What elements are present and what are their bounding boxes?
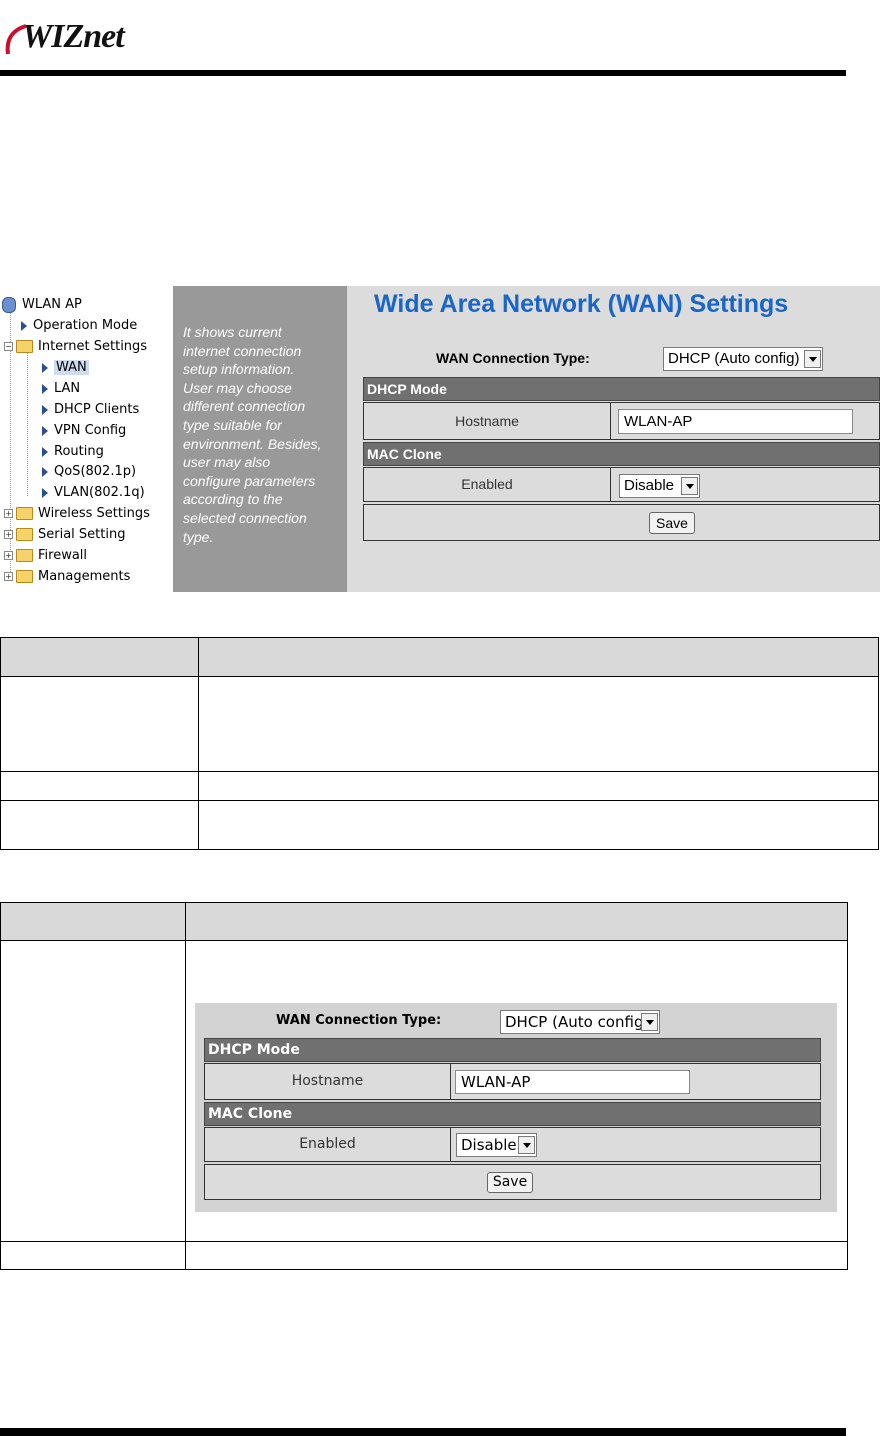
folder-open-icon (16, 340, 33, 353)
save-button[interactable]: Save (487, 1172, 533, 1193)
tree-item-operation-mode[interactable]: Operation Mode (21, 316, 137, 336)
tree-item-internet-settings[interactable]: − Internet Settings (4, 337, 147, 357)
tree-item-vlan[interactable]: VLAN(802.1q) (42, 483, 145, 503)
tree-item-vpn-config[interactable]: VPN Config (42, 421, 126, 441)
hostname-cell: WLAN-AP (450, 1063, 821, 1100)
expand-plus-icon: + (4, 530, 13, 539)
folder-icon (16, 570, 33, 583)
tree-item-wireless-settings[interactable]: + Wireless Settings (4, 504, 150, 524)
dhcp-mode-header: DHCP Mode (363, 377, 880, 401)
chevron-down-icon (518, 1136, 535, 1154)
logo-text: WIZnet (22, 18, 125, 55)
wan-connection-type-label: WAN Connection Type: (276, 1013, 442, 1028)
mac-clone-header: MAC Clone (204, 1102, 821, 1126)
table-header (1, 638, 878, 677)
enabled-cell: Disable (610, 467, 880, 502)
wiznet-logo: WIZnet (2, 18, 162, 58)
tree-item-managements[interactable]: + Managements (4, 567, 130, 587)
navigation-tree: WLAN AP Operation Mode − Internet Setting… (0, 286, 173, 592)
header-rule (0, 70, 846, 76)
expand-plus-icon: + (4, 572, 13, 581)
page-arrow-icon (42, 404, 48, 415)
footer-rule (0, 1428, 846, 1436)
page-arrow-icon (42, 383, 48, 394)
save-button[interactable]: Save (649, 512, 695, 534)
dhcp-mode-header: DHCP Mode (204, 1038, 821, 1062)
tree-item-serial-setting[interactable]: + Serial Setting (4, 525, 125, 545)
save-row: Save (363, 504, 880, 541)
collapse-minus-icon: − (4, 342, 13, 351)
page-arrow-icon (42, 446, 48, 457)
chevron-down-icon (681, 477, 698, 495)
table-header (1, 903, 847, 941)
hostname-input[interactable]: WLAN-AP (455, 1070, 690, 1094)
save-row: Save (204, 1164, 821, 1200)
page-arrow-icon (42, 362, 48, 373)
tree-item-wan[interactable]: WAN (42, 358, 89, 378)
hostname-label: Hostname (363, 402, 611, 440)
wan-connection-type-select[interactable]: DHCP (Auto config) (500, 1010, 660, 1034)
folder-icon (16, 507, 33, 520)
tree-item-routing[interactable]: Routing (42, 442, 104, 462)
folder-icon (16, 528, 33, 541)
expand-plus-icon: + (4, 509, 13, 518)
page-arrow-icon (42, 487, 48, 498)
logo-swoosh-icon (5, 24, 27, 55)
chevron-down-icon (641, 1013, 658, 1031)
wan-connection-type-label: WAN Connection Type: (436, 350, 590, 366)
tree-root-wlan-ap[interactable]: WLAN AP (2, 295, 82, 315)
expand-plus-icon: + (4, 551, 13, 560)
tree-item-lan[interactable]: LAN (42, 379, 80, 399)
tree-item-qos[interactable]: QoS(802.1p) (42, 462, 136, 482)
tree-root-label: WLAN AP (22, 297, 82, 312)
embedded-wan-form: WAN Connection Type: DHCP (Auto config) … (195, 1003, 837, 1212)
hostname-input[interactable]: WLAN-AP (618, 409, 853, 434)
mac-clone-header: MAC Clone (363, 442, 880, 466)
chevron-down-icon (804, 350, 821, 368)
description-table-1 (0, 637, 879, 850)
tree-item-firewall[interactable]: + Firewall (4, 546, 87, 566)
tree-item-dhcp-clients[interactable]: DHCP Clients (42, 400, 139, 420)
mac-clone-select[interactable]: Disable (619, 474, 700, 498)
help-text: It shows current internet connection set… (183, 324, 322, 545)
folder-icon (16, 549, 33, 562)
wan-settings-screenshot: WLAN AP Operation Mode − Internet Setting… (0, 286, 880, 592)
page-arrow-icon (42, 425, 48, 436)
help-panel: It shows current internet connection set… (173, 286, 347, 592)
network-globe-icon (2, 296, 16, 313)
hostname-cell: WLAN-AP (610, 402, 880, 440)
page-title: Wide Area Network (WAN) Settings (374, 290, 789, 318)
enabled-label: Enabled (204, 1127, 451, 1162)
hostname-label: Hostname (204, 1063, 451, 1100)
page-arrow-icon (42, 466, 48, 477)
enabled-cell: Disable (450, 1127, 821, 1162)
enabled-label: Enabled (363, 467, 611, 502)
page-arrow-icon (21, 320, 27, 331)
wan-connection-type-select[interactable]: DHCP (Auto config) (663, 347, 823, 371)
mac-clone-select[interactable]: Disable (456, 1133, 537, 1157)
wan-settings-panel: Wide Area Network (WAN) Settings WAN Con… (347, 286, 880, 592)
